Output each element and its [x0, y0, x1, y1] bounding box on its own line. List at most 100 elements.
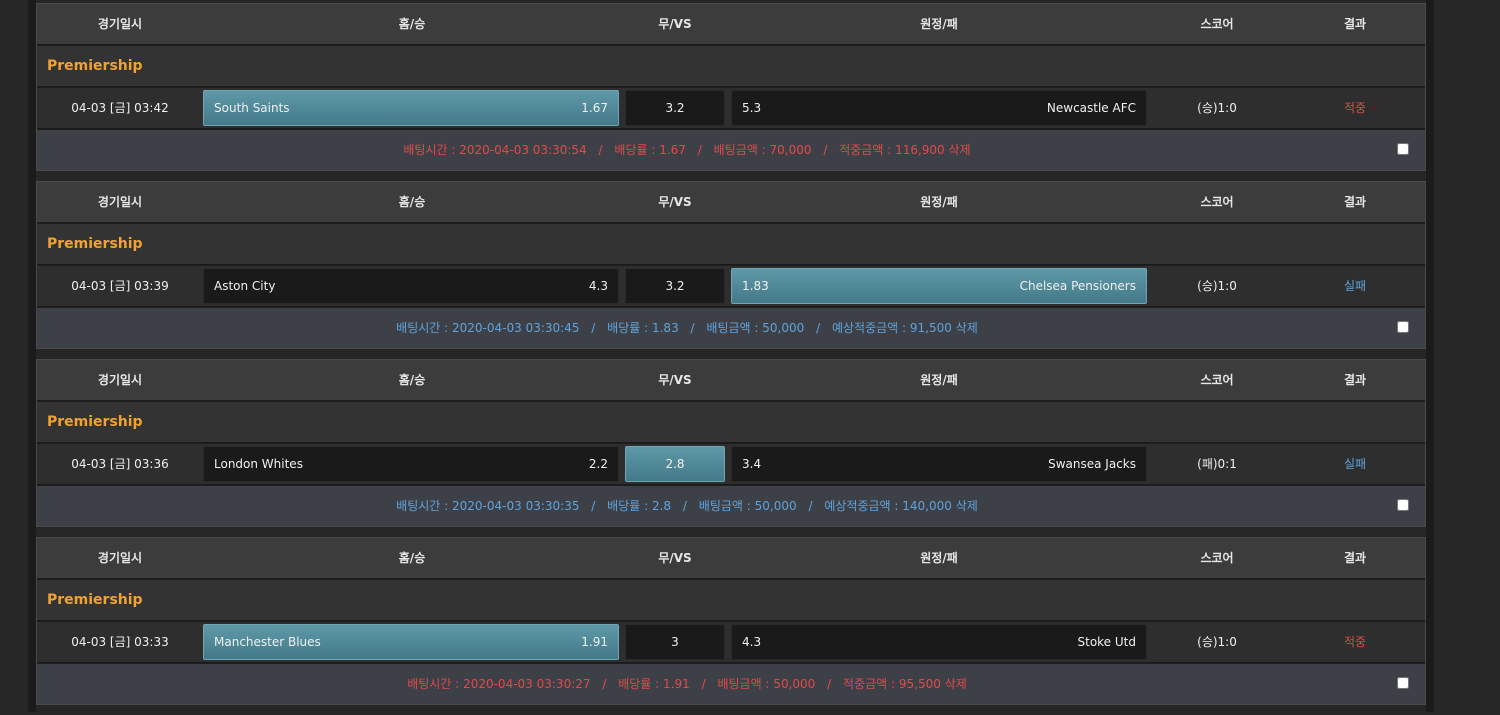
draw-odds-value: 2.8	[665, 457, 685, 471]
league-name: Premiership	[47, 592, 143, 608]
info-separator: /	[827, 677, 832, 691]
bet-time-label: 배팅시간 :	[407, 677, 460, 691]
delete-link[interactable]: 삭제	[956, 321, 978, 335]
bet-header-row: 경기일시 홈/승 무/VS 원정/패 스코어 결과	[37, 4, 1425, 45]
header-draw-vs: 무/VS	[658, 551, 692, 565]
bet-odds-value: 1.91	[663, 677, 690, 691]
away-odds-button[interactable]: 1.83 Chelsea Pensioners	[731, 268, 1147, 304]
header-home-win: 홈/승	[398, 373, 426, 387]
bet-amount-value: 50,000	[754, 499, 797, 513]
league-name: Premiership	[47, 236, 143, 252]
info-separator: /	[808, 499, 813, 513]
bet-info-row: 배팅시간 : 2020-04-03 03:30:27 / 배당률 : 1.91 …	[37, 664, 1425, 704]
header-score: 스코어	[1200, 17, 1234, 31]
home-odds-button[interactable]: London Whites 2.2	[203, 446, 619, 482]
match-row: 04-03 [금] 03:42 South Saints 1.67 3.2 5.…	[37, 88, 1425, 129]
draw-odds-button[interactable]: 2.8	[625, 446, 725, 482]
info-separator: /	[591, 321, 596, 335]
bet-select-checkbox[interactable]	[1397, 677, 1409, 689]
header-away-lose: 원정/패	[920, 195, 958, 209]
header-score: 스코어	[1200, 551, 1234, 565]
bet-amount-value: 50,000	[762, 321, 805, 335]
bet-odds-label: 배당률 :	[607, 321, 649, 335]
league-row: Premiership	[37, 402, 1425, 443]
draw-odds-button[interactable]: 3.2	[625, 268, 725, 304]
bet-info-row: 배팅시간 : 2020-04-03 03:30:45 / 배당률 : 1.83 …	[37, 308, 1425, 348]
payout-label: 예상적중금액 :	[824, 499, 899, 513]
home-odds-button[interactable]: Aston City 4.3	[203, 268, 619, 304]
bet-odds-value: 2.8	[651, 499, 672, 513]
bet-header-row: 경기일시 홈/승 무/VS 원정/패 스코어 결과	[37, 360, 1425, 401]
bet-time-value: 2020-04-03 03:30:54	[459, 143, 587, 157]
delete-link[interactable]: 삭제	[945, 677, 967, 691]
league-name: Premiership	[47, 58, 143, 74]
match-date: 04-03 [금] 03:36	[71, 457, 169, 471]
header-date: 경기일시	[97, 195, 143, 209]
bet-card: 경기일시 홈/승 무/VS 원정/패 스코어 결과 Premiership 04…	[36, 359, 1426, 527]
draw-odds-value: 3.2	[665, 279, 685, 293]
bet-odds-value: 1.83	[651, 321, 679, 335]
match-score: (승)1:0	[1197, 635, 1237, 649]
bet-select-checkbox[interactable]	[1397, 143, 1409, 155]
away-team-name: Swansea Jacks	[1048, 457, 1136, 471]
home-odds-value: 1.91	[581, 635, 608, 649]
bet-time-value: 2020-04-03 03:30:35	[452, 499, 580, 513]
match-date: 04-03 [금] 03:42	[71, 101, 169, 115]
home-team-name: Aston City	[214, 279, 276, 293]
match-score: (승)1:0	[1197, 279, 1237, 293]
match-row: 04-03 [금] 03:36 London Whites 2.2 2.8 3.…	[37, 444, 1425, 485]
away-odds-value: 5.3	[742, 101, 762, 115]
bet-history-page: 경기일시 홈/승 무/VS 원정/패 스코어 결과 Premiership 04…	[0, 0, 1500, 712]
away-odds-button[interactable]: 3.4 Swansea Jacks	[731, 446, 1147, 482]
bet-odds-label: 배당률 :	[607, 499, 649, 513]
header-away-lose: 원정/패	[920, 373, 958, 387]
bet-time-label: 배팅시간 :	[403, 143, 456, 157]
away-odds-value: 3.4	[742, 457, 762, 471]
draw-odds-value: 3	[671, 635, 679, 649]
draw-odds-button[interactable]: 3	[625, 624, 725, 660]
header-score: 스코어	[1200, 195, 1234, 209]
payout-value: 91,500	[909, 321, 952, 335]
header-result: 결과	[1343, 373, 1367, 387]
away-odds-button[interactable]: 5.3 Newcastle AFC	[731, 90, 1147, 126]
bet-select-checkbox[interactable]	[1397, 499, 1409, 511]
bet-amount-label: 배팅금액 :	[706, 321, 759, 335]
home-odds-button[interactable]: Manchester Blues 1.91	[203, 624, 619, 660]
bet-amount-label: 배팅금액 :	[717, 677, 770, 691]
info-separator: /	[823, 143, 828, 157]
home-team-name: London Whites	[214, 457, 303, 471]
right-frame-border	[1426, 0, 1434, 712]
header-draw-vs: 무/VS	[658, 17, 692, 31]
away-team-name: Stoke Utd	[1077, 635, 1137, 649]
draw-odds-button[interactable]: 3.2	[625, 90, 725, 126]
info-separator: /	[690, 321, 695, 335]
bet-history-list: 경기일시 홈/승 무/VS 원정/패 스코어 결과 Premiership 04…	[36, 3, 1426, 715]
header-date: 경기일시	[97, 17, 143, 31]
bet-time-value: 2020-04-03 03:30:27	[463, 677, 591, 691]
bet-info-text: 배팅시간 : 2020-04-03 03:30:35 / 배당률 : 2.8 /…	[37, 486, 1337, 526]
bet-select-checkbox[interactable]	[1397, 321, 1409, 333]
away-team-name: Newcastle AFC	[1046, 101, 1136, 115]
header-home-win: 홈/승	[398, 195, 426, 209]
header-date: 경기일시	[97, 551, 143, 565]
delete-link[interactable]: 삭제	[949, 143, 971, 157]
header-home-win: 홈/승	[398, 551, 426, 565]
home-odds-value: 1.67	[581, 101, 608, 115]
bet-amount-value: 50,000	[773, 677, 816, 691]
bet-info-text: 배팅시간 : 2020-04-03 03:30:54 / 배당률 : 1.67 …	[37, 130, 1337, 170]
league-name: Premiership	[47, 414, 143, 430]
league-row: Premiership	[37, 46, 1425, 87]
bet-odds-value: 1.67	[659, 143, 686, 157]
header-result: 결과	[1343, 551, 1367, 565]
bet-header-row: 경기일시 홈/승 무/VS 원정/패 스코어 결과	[37, 538, 1425, 579]
away-odds-button[interactable]: 4.3 Stoke Utd	[731, 624, 1147, 660]
bet-time-label: 배팅시간 :	[396, 499, 449, 513]
match-result: 실패	[1343, 457, 1367, 471]
bet-card: 경기일시 홈/승 무/VS 원정/패 스코어 결과 Premiership 04…	[36, 537, 1426, 705]
match-result: 적중	[1343, 101, 1367, 115]
header-away-lose: 원정/패	[920, 17, 958, 31]
delete-link[interactable]: 삭제	[956, 499, 978, 513]
bet-amount-label: 배팅금액 :	[698, 499, 751, 513]
home-odds-button[interactable]: South Saints 1.67	[203, 90, 619, 126]
info-separator: /	[697, 143, 702, 157]
